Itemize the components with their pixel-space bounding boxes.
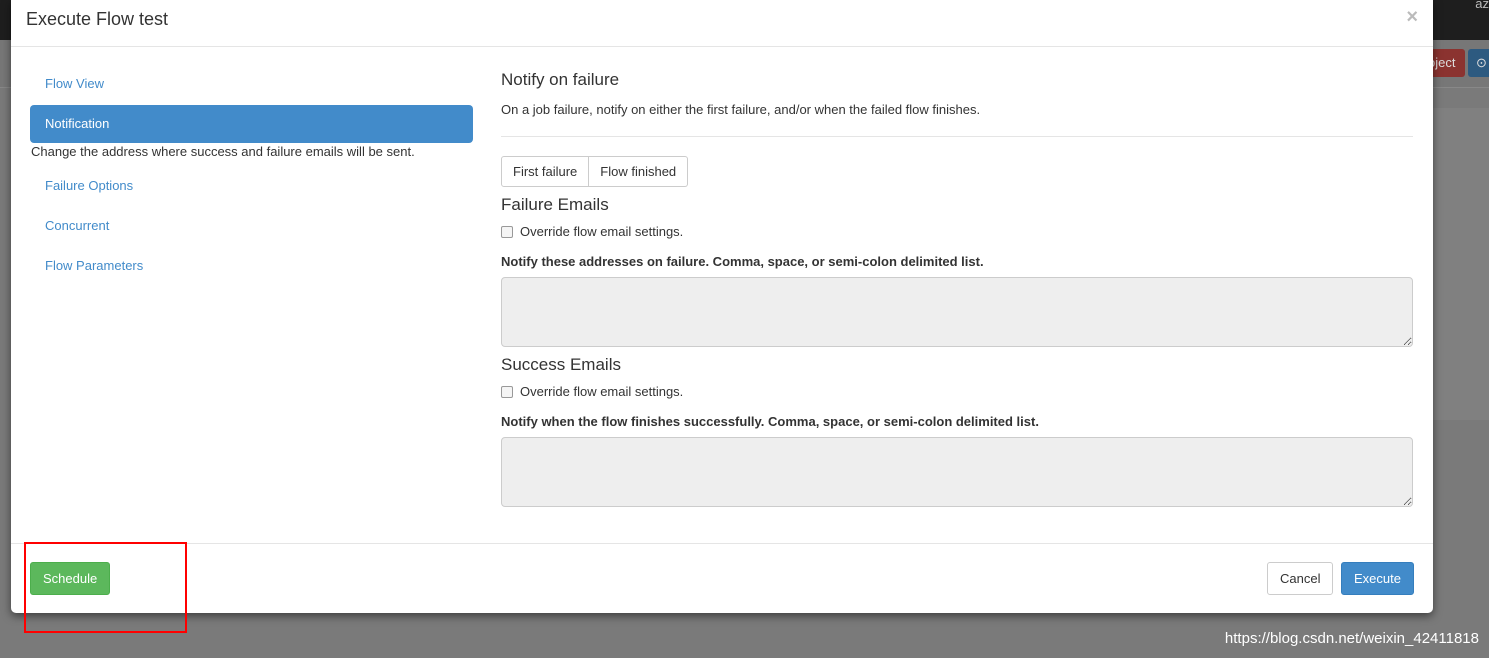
notify-description: On a job failure, notify on either the f… <box>501 102 981 117</box>
flow-finished-button[interactable]: Flow finished <box>589 156 689 187</box>
background-panel <box>1432 108 1489 420</box>
nav-flow-parameters[interactable]: Flow Parameters <box>30 247 473 285</box>
execute-flow-modal: Execute Flow test × Flow View Notificati… <box>11 0 1433 613</box>
failure-override-label: Override flow email settings. <box>520 224 684 239</box>
nav-notification[interactable]: Notification <box>30 105 473 143</box>
failure-override-row[interactable]: Override flow email settings. <box>501 224 1413 239</box>
nav-concurrent[interactable]: Concurrent <box>30 207 473 245</box>
failure-override-checkbox[interactable] <box>501 225 513 238</box>
divider <box>501 136 1413 137</box>
modal-footer: Schedule Cancel Execute <box>11 543 1433 613</box>
nav-failure-options[interactable]: Failure Options <box>30 167 473 205</box>
success-override-label: Override flow email settings. <box>520 384 684 399</box>
notification-panel: Notify on failure On a job failure, noti… <box>501 70 1413 507</box>
failure-emails-input[interactable] <box>501 277 1413 347</box>
success-emails-label: Notify when the flow finishes successful… <box>501 414 1039 429</box>
upload-icon: ⊙ <box>1468 49 1489 77</box>
notify-title: Notify on failure <box>501 70 620 89</box>
success-override-row[interactable]: Override flow email settings. <box>501 384 1413 399</box>
first-failure-button[interactable]: First failure <box>501 156 590 187</box>
execute-button[interactable]: Execute <box>1341 562 1414 595</box>
highlight-box <box>24 542 187 633</box>
nav-flow-view[interactable]: Flow View <box>30 65 473 103</box>
cancel-button[interactable]: Cancel <box>1267 562 1334 595</box>
nav-help-text: Change the address where success and fai… <box>31 144 415 159</box>
failure-emails-title: Failure Emails <box>501 195 609 214</box>
background-user: az <box>1475 0 1489 11</box>
failure-emails-label: Notify these addresses on failure. Comma… <box>501 254 984 269</box>
success-emails-title: Success Emails <box>501 355 621 374</box>
watermark: https://blog.csdn.net/weixin_42411818 <box>1224 630 1479 647</box>
success-emails-input[interactable] <box>501 437 1413 507</box>
notify-option-group: First failure Flow finished <box>501 156 689 187</box>
modal-header: Execute Flow test × <box>11 0 1433 47</box>
sidebar-nav: Flow View Notification Change the addres… <box>30 65 473 287</box>
modal-title: Execute Flow test <box>26 9 169 29</box>
close-icon[interactable]: × <box>1406 6 1418 29</box>
success-override-checkbox[interactable] <box>501 385 513 398</box>
